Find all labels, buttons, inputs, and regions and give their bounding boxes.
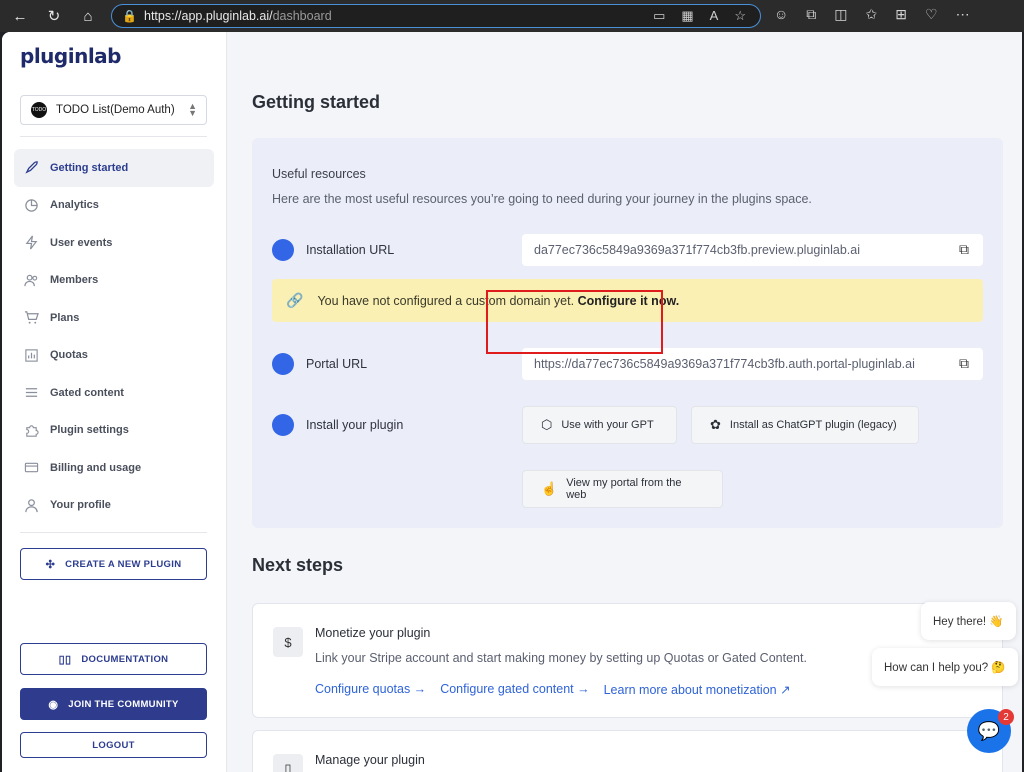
sidebar-item-analytics[interactable]: Analytics [14, 187, 214, 225]
home-icon[interactable]: ⌂ [74, 2, 102, 30]
credit-card-icon [22, 459, 40, 477]
monetize-title: Monetize your plugin [315, 626, 431, 640]
create-plugin-button[interactable]: ✣ CREATE A NEW PLUGIN [20, 548, 207, 580]
configure-gated-content-link[interactable]: Configure gated content → [440, 682, 589, 697]
project-name: TODO List(Demo Auth) [56, 104, 175, 116]
collections-icon[interactable]: ⊞ [895, 6, 907, 23]
address-bar[interactable]: 🔒 https://app.pluginlab.ai/dashboard ▭ ▦… [111, 4, 761, 28]
sidebar: pluginlab TODO TODO List(Demo Auth) ▲ ▼ G… [2, 32, 227, 772]
read-aloud-icon[interactable]: A [710, 8, 719, 24]
browser-toolbar: ← ↻ ⌂ 🔒 https://app.pluginlab.ai/dashboa… [0, 0, 1024, 32]
rocket-icon [22, 159, 40, 177]
app-window: pluginlab TODO TODO List(Demo Auth) ▲ ▼ G… [2, 32, 1022, 772]
pluginlab-logo[interactable]: pluginlab [20, 44, 122, 68]
chat-question-bubble[interactable]: How can I help you? 🤔 [872, 648, 1018, 686]
user-icon [22, 496, 40, 514]
view-portal-button[interactable]: ☝ View my portal from the web [522, 470, 723, 508]
bolt-icon [22, 234, 40, 252]
lock-icon: 🔒 [122, 9, 137, 23]
copy-icon[interactable]: ⧉ [959, 241, 969, 258]
installation-url-field[interactable]: da77ec736c5849a9369a371f774cb3fb.preview… [522, 234, 983, 266]
split-screen-icon[interactable]: ◫ [834, 6, 847, 23]
cart-icon [22, 309, 40, 327]
configure-quotas-link[interactable]: Configure quotas → [315, 682, 426, 697]
pie-chart-icon [22, 196, 40, 214]
link-icon: 🔗 [286, 292, 304, 308]
documentation-button[interactable]: ▯▯ DOCUMENTATION [20, 643, 207, 675]
dollar-icon: $ [273, 627, 303, 657]
reload-icon[interactable]: ↻ [40, 2, 68, 30]
back-icon[interactable]: ← [6, 2, 34, 30]
sidebar-item-gated-content[interactable]: Gated content [14, 374, 214, 412]
project-selector[interactable]: TODO TODO List(Demo Auth) ▲ ▼ [20, 95, 207, 125]
users-icon [22, 271, 40, 289]
sidebar-item-your-profile[interactable]: Your profile [14, 487, 214, 525]
qr-code-icon[interactable]: ▦ [681, 8, 693, 24]
chat-icon: 💬 [977, 720, 1001, 741]
health-icon[interactable]: ♡ [925, 6, 938, 23]
sidebar-item-user-events[interactable]: User events [14, 224, 214, 262]
extensions-icon[interactable]: ⧉ [806, 6, 816, 23]
monetize-description: Link your Stripe account and start makin… [315, 651, 807, 665]
list-icon [22, 384, 40, 402]
sidebar-item-plans[interactable]: Plans [14, 299, 214, 337]
book-icon: ▯▯ [58, 653, 72, 666]
status-dot [272, 414, 294, 436]
project-avatar: TODO [31, 102, 47, 118]
resources-title: Useful resources [272, 167, 366, 181]
puzzle-icon [22, 421, 40, 439]
favorites-icon[interactable]: ✩ [866, 6, 878, 23]
use-with-gpt-button[interactable]: ⬡ Use with your GPT [522, 406, 677, 444]
puzzle-icon: ✣ [45, 558, 56, 571]
more-menu-icon[interactable]: ⋯ [956, 6, 970, 23]
favorite-star-icon[interactable]: ☆ [734, 8, 746, 24]
chat-unread-badge: 2 [998, 709, 1014, 725]
sidebar-item-quotas[interactable]: Quotas [14, 337, 214, 375]
highlight-box [486, 290, 663, 354]
copy-icon[interactable]: ⧉ [959, 355, 969, 372]
learn-monetization-link[interactable]: Learn more about monetization ↗ [604, 682, 791, 697]
status-dot [272, 239, 294, 261]
install-chatgpt-plugin-button[interactable]: ✿ Install as ChatGPT plugin (legacy) [691, 406, 919, 444]
sidebar-divider [20, 136, 207, 137]
discord-icon: ◉ [48, 698, 59, 711]
openai-icon: ✿ [710, 417, 721, 432]
installation-url-label: Installation URL [272, 239, 394, 261]
bar-chart-icon [22, 346, 40, 364]
sidebar-divider [20, 532, 207, 533]
install-app-icon[interactable]: ▭ [653, 8, 665, 24]
manage-card: ▯ Manage your plugin [252, 730, 1003, 772]
chat-greeting-bubble[interactable]: Hey there! 👋 [921, 602, 1016, 640]
status-dot [272, 353, 294, 375]
sidebar-item-members[interactable]: Members [14, 262, 214, 300]
page-title: Getting started [252, 92, 381, 112]
resources-subtitle: Here are the most useful resources you’r… [272, 192, 812, 206]
url-text: https://app.pluginlab.ai/dashboard [144, 9, 332, 23]
next-steps-title: Next steps [252, 555, 344, 575]
sidebar-item-billing-and-usage[interactable]: Billing and usage [14, 449, 214, 487]
profile-extension-icon[interactable]: ☺ [774, 6, 788, 23]
install-plugin-label: Install your plugin [272, 414, 403, 436]
join-community-button[interactable]: ◉ JOIN THE COMMUNITY [20, 688, 207, 720]
document-icon: ▯ [273, 754, 303, 772]
chevron-updown-icon: ▲ ▼ [188, 101, 197, 118]
sidebar-nav: Getting started Analytics User events Me… [14, 149, 214, 524]
manage-title: Manage your plugin [315, 753, 425, 767]
sidebar-item-plugin-settings[interactable]: Plugin settings [14, 412, 214, 450]
cube-icon: ⬡ [541, 417, 553, 432]
sidebar-item-getting-started[interactable]: Getting started [14, 149, 214, 187]
external-link-icon: ↗ [780, 683, 791, 697]
portal-url-label: Portal URL [272, 353, 367, 375]
monetize-links: Configure quotas → Configure gated conte… [315, 682, 791, 697]
logout-button[interactable]: LOGOUT [20, 732, 207, 758]
pointer-click-icon: ☝ [541, 481, 558, 496]
